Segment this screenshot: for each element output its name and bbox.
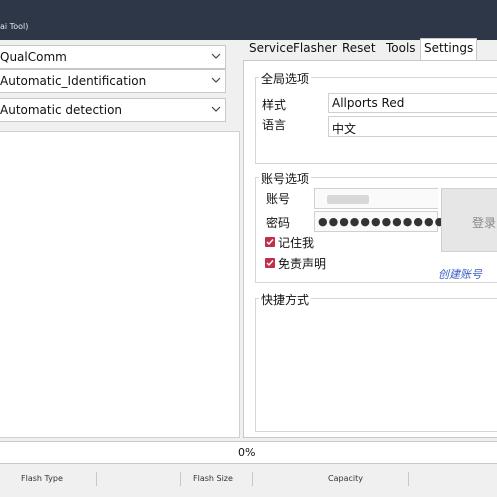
check-icon: [266, 239, 274, 246]
language-label: 语言: [262, 118, 287, 132]
style-label: 样式: [262, 98, 287, 112]
tab-tools[interactable]: Tools: [386, 39, 416, 59]
global-options-title: 全局选项: [259, 70, 312, 87]
status-separator: [96, 472, 97, 486]
username-label: 账号: [266, 192, 291, 206]
login-button-label: 登录: [472, 216, 497, 230]
disclaimer-checkbox[interactable]: [265, 258, 275, 268]
status-flash-type: Flash Type: [21, 474, 63, 483]
shortcuts-title: 快捷方式: [259, 291, 312, 308]
progress-label: 0%: [238, 446, 256, 459]
status-separator: [408, 472, 409, 486]
chevron-down-icon: [211, 53, 221, 59]
platform-select-value: QualComm: [0, 50, 67, 64]
tab-bar: Service Flasher Reset Tools Settings: [244, 38, 497, 60]
mode-select-value: Automatic_Identification: [0, 74, 147, 88]
tab-flasher[interactable]: Flasher: [293, 39, 337, 59]
shortcuts-group: 快捷方式: [255, 291, 497, 432]
remember-me-checkbox[interactable]: [265, 237, 275, 247]
style-select-value: Allports Red: [332, 96, 405, 110]
title-bar: ai Tool): [0, 0, 497, 40]
password-input[interactable]: ●●●●●●●●●●●●●●●: [314, 211, 476, 232]
window-title: ai Tool): [0, 22, 29, 31]
chevron-down-icon: [211, 106, 221, 112]
detection-select[interactable]: Automatic detection: [0, 98, 226, 122]
status-flash-size: Flash Size: [193, 474, 233, 483]
status-bar: Flash Type Flash Size Capacity: [0, 468, 497, 497]
status-separator: [252, 472, 253, 486]
detection-select-value: Automatic detection: [0, 103, 123, 117]
password-label: 密码: [266, 216, 291, 230]
create-account-link[interactable]: 创建账号: [438, 266, 482, 282]
mode-select[interactable]: Automatic_Identification: [0, 69, 226, 93]
language-select-value: 中文: [332, 122, 357, 136]
chevron-down-icon: [211, 77, 221, 83]
disclaimer-label[interactable]: 免责声明: [278, 255, 326, 272]
tab-settings[interactable]: Settings: [420, 38, 478, 60]
progress-bar: 0%: [0, 441, 497, 464]
check-icon: [266, 260, 274, 267]
account-options-title: 账号选项: [259, 170, 312, 187]
platform-select[interactable]: QualComm: [0, 45, 226, 69]
remember-me-label[interactable]: 记住我: [278, 234, 314, 251]
status-capacity: Capacity: [328, 474, 363, 483]
style-select[interactable]: Allports Red: [328, 93, 497, 113]
username-input[interactable]: [314, 188, 438, 209]
tab-reset[interactable]: Reset: [342, 39, 376, 59]
login-button[interactable]: 登录: [441, 188, 497, 252]
log-panel: [0, 131, 240, 438]
status-separator: [180, 472, 181, 486]
username-redacted: [327, 195, 369, 204]
language-select[interactable]: 中文: [328, 116, 497, 137]
tab-service[interactable]: Service: [249, 39, 293, 59]
